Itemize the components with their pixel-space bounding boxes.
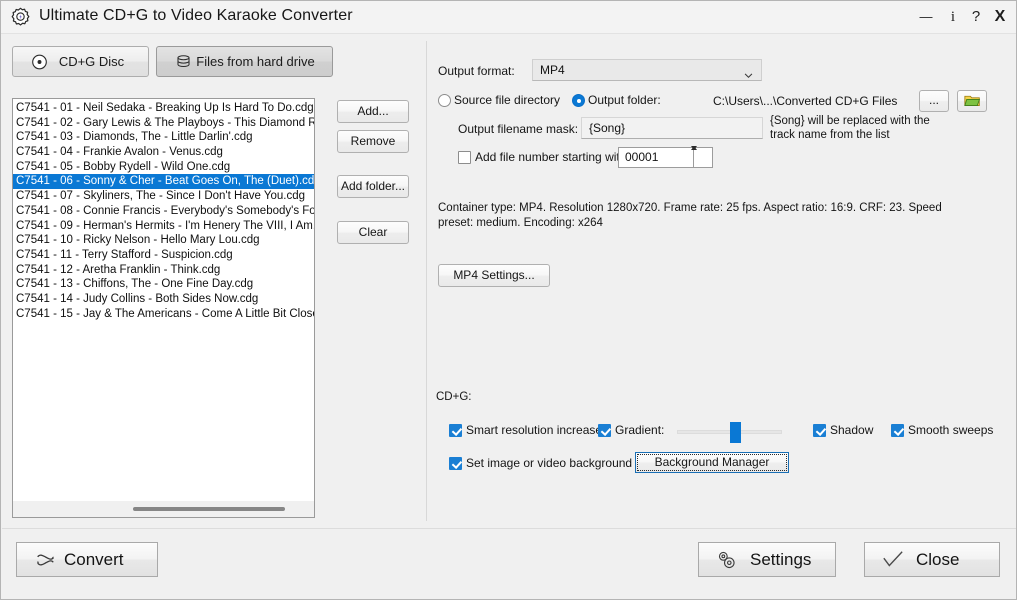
smart-resolution-label: Smart resolution increase xyxy=(466,423,603,437)
encoding-description: Container type: MP4. Resolution 1280x720… xyxy=(438,202,942,229)
file-list-item[interactable]: C7541 - 02 - Gary Lewis & The Playboys -… xyxy=(13,116,314,131)
output-format-label: Output format: xyxy=(438,64,515,78)
checkbox-box-smooth-sweeps xyxy=(891,424,904,437)
application-window: Ultimate CD+G to Video Karaoke Converter… xyxy=(0,0,1017,600)
shadow-checkbox[interactable]: Shadow xyxy=(813,423,873,437)
convert-label: Convert xyxy=(64,549,124,569)
chevron-down-icon xyxy=(744,68,753,79)
output-path-text: C:\Users\...\Converted CD+G Files xyxy=(713,94,898,108)
file-list-item[interactable]: C7541 - 14 - Judy Collins - Both Sides N… xyxy=(13,292,314,307)
file-number-value: 00001 xyxy=(625,150,659,164)
gradient-slider-thumb[interactable] xyxy=(730,422,742,443)
close-label: Close xyxy=(916,549,960,569)
radio-source-label: Source file directory xyxy=(454,93,561,107)
filename-mask-hint: {Song} will be replaced with the track n… xyxy=(770,115,930,141)
settings-button[interactable]: Settings xyxy=(698,542,836,577)
minimize-button[interactable]: — xyxy=(914,5,938,29)
output-format-value: MP4 xyxy=(540,63,565,77)
checkbox-box-gradient xyxy=(598,424,611,437)
open-folder-button[interactable] xyxy=(957,90,987,112)
smooth-sweeps-label: Smooth sweeps xyxy=(908,423,994,437)
footer-divider xyxy=(2,528,1016,529)
gear-bolt-icon xyxy=(10,7,31,28)
radio-source-file-directory[interactable]: Source file directory xyxy=(438,93,560,107)
file-list-items: C7541 - 01 - Neil Sedaka - Breaking Up I… xyxy=(13,101,314,503)
file-list-item[interactable]: C7541 - 05 - Bobby Rydell - Wild One.cdg xyxy=(13,160,314,175)
file-list-item[interactable]: C7541 - 15 - Jay & The Americans - Come … xyxy=(13,307,314,322)
file-list-item[interactable]: C7541 - 13 - Chiffons, The - One Fine Da… xyxy=(13,277,314,292)
set-background-label: Set image or video background xyxy=(466,456,633,470)
open-folder-icon xyxy=(963,95,981,111)
convert-arrows-icon xyxy=(30,549,60,571)
radio-output-folder-label: Output folder: xyxy=(588,93,661,107)
output-format-select[interactable]: MP4 xyxy=(532,59,762,81)
gradient-slider[interactable] xyxy=(677,422,782,443)
panel-divider xyxy=(426,41,427,521)
file-list-item[interactable]: C7541 - 06 - Sonny & Cher - Beat Goes On… xyxy=(13,174,314,190)
file-list-hscrollbar[interactable] xyxy=(13,500,314,517)
help-button[interactable]: ? xyxy=(964,5,988,29)
checkbox-box-set-background xyxy=(449,457,462,470)
close-window-button[interactable]: X xyxy=(988,5,1012,29)
settings-label: Settings xyxy=(750,549,812,569)
file-list-item[interactable]: C7541 - 11 - Terry Stafford - Suspicion.… xyxy=(13,248,314,263)
checkbox-box-smart-resolution xyxy=(449,424,462,437)
convert-button[interactable]: Convert xyxy=(16,542,158,577)
tab-files-from-hard-drive[interactable]: Files from hard drive xyxy=(156,46,333,77)
mp4-settings-button[interactable]: MP4 Settings... xyxy=(438,264,550,287)
smart-resolution-checkbox[interactable]: Smart resolution increase xyxy=(449,423,602,437)
radio-output-folder[interactable]: Output folder: xyxy=(572,93,661,107)
file-list-item[interactable]: C7541 - 07 - Skyliners, The - Since I Do… xyxy=(13,189,314,204)
background-manager-button[interactable]: Background Manager xyxy=(635,452,789,473)
radio-dot-source xyxy=(438,94,451,107)
checkmark-icon xyxy=(878,549,908,571)
file-number-stepper-buttons xyxy=(693,148,712,167)
file-list-item[interactable]: C7541 - 01 - Neil Sedaka - Breaking Up I… xyxy=(13,101,314,116)
close-button[interactable]: Close xyxy=(864,542,1000,577)
database-stack-icon xyxy=(175,53,192,70)
tab-cdg-disc-label: CD+G Disc xyxy=(58,54,125,69)
add-folder-button[interactable]: Add folder... xyxy=(337,175,409,198)
file-number-stepper[interactable]: 00001 xyxy=(618,147,713,168)
double-gear-icon xyxy=(712,549,742,571)
smooth-sweeps-checkbox[interactable]: Smooth sweeps xyxy=(891,423,993,437)
add-file-number-label: Add file number starting with xyxy=(475,150,627,164)
filename-mask-input[interactable]: {Song} xyxy=(581,117,763,139)
checkbox-box-shadow xyxy=(813,424,826,437)
filename-mask-label: Output filename mask: xyxy=(458,122,579,136)
tab-files-label: Files from hard drive xyxy=(196,54,315,69)
window-title: Ultimate CD+G to Video Karaoke Converter xyxy=(39,7,353,24)
add-file-number-checkbox[interactable]: Add file number starting with xyxy=(458,150,626,164)
file-list-item[interactable]: C7541 - 12 - Aretha Franklin - Think.cdg xyxy=(13,263,314,278)
file-list-item[interactable]: C7541 - 04 - Frankie Avalon - Venus.cdg xyxy=(13,145,314,160)
file-list[interactable]: C7541 - 01 - Neil Sedaka - Breaking Up I… xyxy=(12,98,315,518)
gradient-checkbox[interactable]: Gradient: xyxy=(598,423,664,437)
file-list-item[interactable]: C7541 - 03 - Diamonds, The - Little Darl… xyxy=(13,130,314,145)
file-list-hscrollbar-thumb[interactable] xyxy=(133,507,285,511)
tab-cdg-disc[interactable]: CD+G Disc xyxy=(12,46,149,77)
radio-dot-output-folder xyxy=(572,94,585,107)
browse-output-folder-button[interactable]: ... xyxy=(919,90,949,112)
file-list-item[interactable]: C7541 - 08 - Connie Francis - Everybody'… xyxy=(13,204,314,219)
cdg-section-label: CD+G: xyxy=(436,391,472,403)
info-button[interactable]: i xyxy=(941,5,965,29)
background-manager-label: Background Manager xyxy=(654,455,770,469)
title-bar: Ultimate CD+G to Video Karaoke Converter… xyxy=(1,1,1016,34)
checkbox-box-file-number xyxy=(458,151,471,164)
file-list-item[interactable]: C7541 - 10 - Ricky Nelson - Hello Mary L… xyxy=(13,233,314,248)
add-button[interactable]: Add... xyxy=(337,100,409,123)
remove-button[interactable]: Remove xyxy=(337,130,409,153)
set-background-checkbox[interactable]: Set image or video background xyxy=(449,456,632,470)
disc-icon xyxy=(31,53,48,70)
clear-button[interactable]: Clear xyxy=(337,221,409,244)
file-list-item[interactable]: C7541 - 09 - Herman's Hermits - I'm Hene… xyxy=(13,219,314,234)
